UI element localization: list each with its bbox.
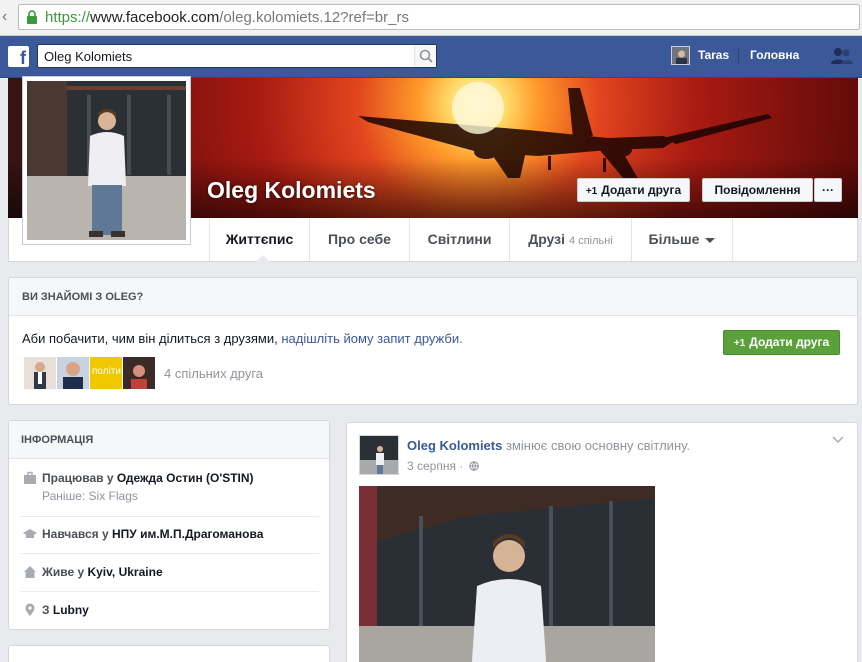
friend-request-message: Аби побачити, чим він ділиться з друзями…	[22, 331, 463, 346]
tab-more[interactable]: Більше	[631, 218, 733, 261]
work-prefix: Працював у	[42, 471, 117, 485]
card-title: ІНФОРМАЦІЯ	[9, 421, 329, 459]
add-friend-label: Додати друга	[601, 183, 682, 197]
more-options-button[interactable]: ···	[814, 178, 842, 202]
lives-text: Живе у Kyiv, Ukraine	[42, 565, 163, 579]
post-header: Oleg Kolomiets змінює свою основну світл…	[407, 438, 690, 453]
facebook-top-bar: f Oleg Kolomiets Taras Головна	[0, 36, 862, 78]
mutual-friend-avatar[interactable]	[57, 357, 89, 389]
work-text: Працював у Одежда Остин (O'STIN)	[42, 471, 254, 485]
tab-label: Більше	[648, 231, 700, 247]
search-box[interactable]: Oleg Kolomiets	[37, 44, 437, 68]
globe-icon[interactable]	[468, 461, 479, 471]
add-friend-green-button[interactable]: +1 Додати друга	[723, 330, 840, 355]
profile-name[interactable]: Oleg Kolomiets	[207, 177, 376, 204]
meta-separator: ·	[459, 459, 464, 473]
mutual-friend-avatar[interactable]	[123, 357, 155, 389]
work-place-link[interactable]: Одежда Остин (O'STIN)	[117, 471, 254, 485]
info-card: ІНФОРМАЦІЯ Працював у Одежда Остин (O'ST…	[8, 420, 330, 630]
profile-photo-image	[27, 81, 186, 240]
tab-label: Світлини	[427, 231, 492, 247]
avatar-caption: політи	[92, 366, 121, 377]
avatar	[671, 46, 690, 65]
lives-prefix: Живе у	[42, 565, 88, 579]
browser-toolbar: ‹ https://www.facebook.com/oleg.kolomiet…	[0, 0, 862, 36]
post-meta: 3 серпня ·	[407, 459, 479, 473]
url-path: /oleg.kolomiets.12?ref=br_rs	[219, 9, 409, 26]
tab-about[interactable]: Про себе	[309, 218, 409, 261]
tab-label: Життєпис	[225, 231, 294, 247]
timeline-post: Oleg Kolomiets змінює свою основну світл…	[346, 422, 858, 662]
study-row: Навчався у НПУ им.М.П.Драгоманова	[21, 527, 319, 554]
divider	[738, 48, 739, 64]
tab-label: Друзі	[528, 231, 566, 247]
user-name: Taras	[698, 48, 730, 62]
friend-requests-icon[interactable]	[830, 46, 854, 66]
address-bar[interactable]: https://www.facebook.com/oleg.kolomiets.…	[18, 4, 860, 30]
plus-one-icon: +1	[733, 338, 746, 349]
post-author-link[interactable]: Oleg Kolomiets	[407, 438, 502, 453]
url-protocol: https://	[45, 9, 91, 26]
mutual-friends-text[interactable]: 4 спільних друга	[164, 366, 263, 381]
card-title: ВИ ЗНАЙОМІ З OLEG?	[9, 278, 857, 316]
mutual-friends-count: 4 спільні	[569, 235, 613, 247]
work-previous: Раніше: Six Flags	[42, 489, 138, 503]
house-icon	[24, 566, 36, 578]
message-button[interactable]: Повідомлення	[702, 178, 813, 202]
from-prefix: З	[42, 603, 53, 617]
chevron-down-icon[interactable]	[831, 435, 845, 445]
lives-row: Живе у Kyiv, Ukraine	[21, 565, 319, 592]
send-request-link[interactable]: надішліть йому запит дружби.	[281, 331, 462, 346]
next-card	[8, 645, 330, 662]
tab-friends[interactable]: Друзі 4 спільні	[509, 218, 631, 261]
add-friend-plus-icon: +1	[585, 186, 598, 197]
post-action: змінює свою основну світлину.	[505, 438, 690, 453]
tab-label: Про себе	[328, 231, 391, 247]
lock-icon	[27, 10, 37, 24]
profile-picture[interactable]	[22, 76, 191, 245]
mutual-friend-avatar[interactable]	[24, 357, 56, 389]
study-prefix: Навчався у	[42, 527, 112, 541]
facebook-logo-icon[interactable]: f	[8, 46, 29, 67]
hometown-link[interactable]: Lubny	[53, 603, 89, 617]
url-text: https://www.facebook.com/oleg.kolomiets.…	[45, 9, 409, 26]
home-link[interactable]: Головна	[750, 48, 799, 62]
study-place-link[interactable]: НПУ им.М.П.Драгоманова	[112, 527, 263, 541]
briefcase-icon	[24, 471, 36, 484]
post-photo[interactable]	[359, 486, 655, 662]
do-you-know-card: ВИ ЗНАЙОМІ З OLEG? Аби побачити, чим він…	[8, 277, 858, 405]
tab-timeline[interactable]: Життєпис	[209, 218, 309, 262]
work-row: Працював у Одежда Остин (O'STIN) Раніше:…	[21, 471, 319, 517]
back-arrow-icon[interactable]: ‹	[2, 6, 16, 28]
search-input[interactable]: Oleg Kolomiets	[44, 49, 132, 64]
hometown-text: З Lubny	[42, 603, 89, 617]
post-author-avatar[interactable]	[359, 435, 399, 475]
add-friend-button[interactable]: +1 Додати друга	[577, 178, 690, 202]
chevron-down-icon	[705, 237, 716, 243]
mutual-friend-avatar[interactable]: політи	[90, 357, 122, 389]
graduation-cap-icon	[23, 529, 37, 538]
hometown-row: З Lubny	[21, 603, 319, 623]
url-host: www.facebook.com	[90, 9, 220, 26]
search-icon[interactable]	[414, 45, 436, 67]
message-text: Аби побачити, чим він ділиться з друзями…	[22, 331, 282, 346]
button-label: Додати друга	[749, 335, 830, 349]
study-text: Навчався у НПУ им.М.П.Драгоманова	[42, 527, 263, 541]
lives-place-link[interactable]: Kyiv, Ukraine	[87, 565, 162, 579]
post-date-link[interactable]: 3 серпня	[407, 459, 456, 473]
map-pin-icon	[25, 603, 35, 616]
tab-photos[interactable]: Світлини	[409, 218, 509, 261]
